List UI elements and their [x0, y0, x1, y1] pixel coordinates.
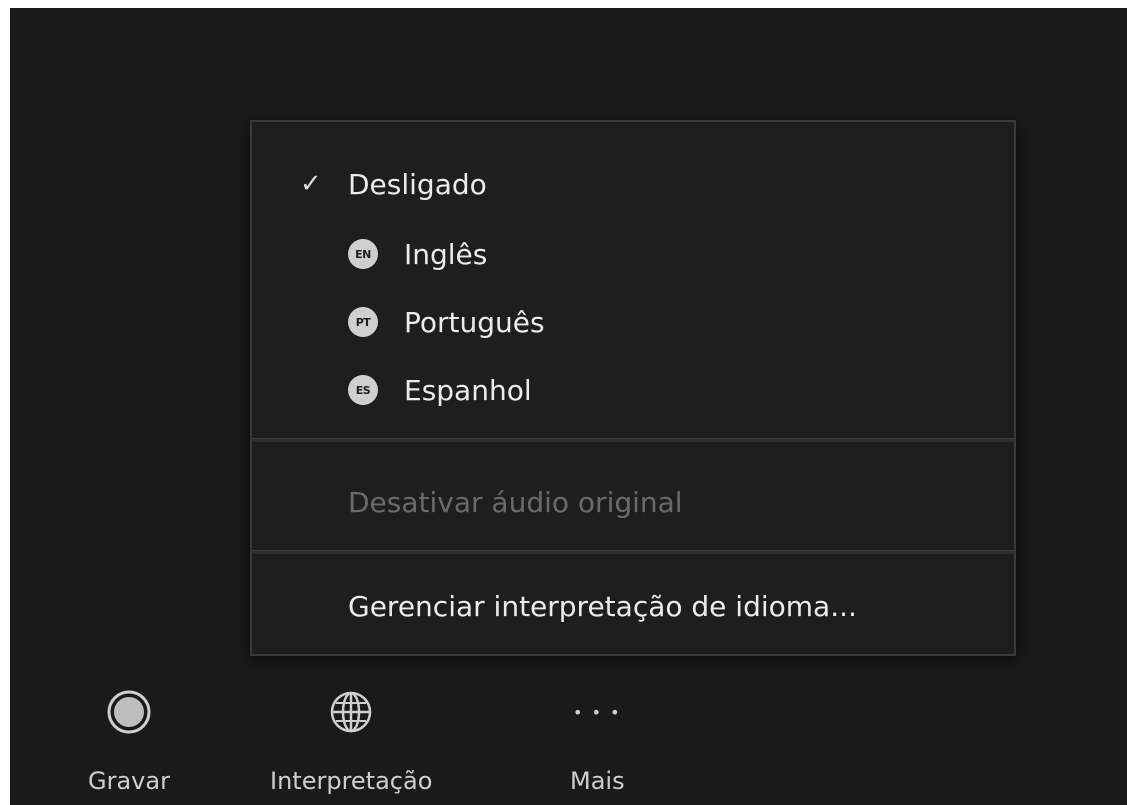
- menu-divider: [252, 438, 1014, 442]
- menu-item-label: Gerenciar interpretação de idioma...: [348, 589, 857, 623]
- menu-item-label: Inglês: [404, 237, 488, 271]
- language-badge-icon: PT: [348, 307, 378, 337]
- menu-item-spanish[interactable]: ES Espanhol: [252, 358, 1014, 422]
- language-badge-icon: EN: [348, 239, 378, 269]
- menu-item-label: Desativar áudio original: [348, 485, 683, 519]
- interpretation-button[interactable]: Interpretação: [270, 675, 432, 795]
- record-label: Gravar: [88, 767, 170, 795]
- globe-icon: [324, 685, 378, 739]
- menu-item-label: Espanhol: [404, 373, 532, 407]
- meeting-screen: ✓ Desligado EN Inglês PT Português ES Es…: [10, 8, 1127, 805]
- record-button[interactable]: Gravar: [88, 675, 170, 795]
- menu-item-off[interactable]: ✓ Desligado: [252, 152, 1014, 216]
- menu-item-manage-interpretation[interactable]: Gerenciar interpretação de idioma...: [252, 574, 1014, 638]
- record-icon: [102, 685, 156, 739]
- more-icon: • • •: [570, 685, 624, 739]
- interpretation-label: Interpretação: [270, 767, 433, 795]
- menu-item-disable-original-audio: Desativar áudio original: [252, 470, 1014, 534]
- language-badge-icon: ES: [348, 375, 378, 405]
- check-icon: ✓: [300, 169, 322, 199]
- more-label: Mais: [570, 767, 625, 795]
- menu-item-english[interactable]: EN Inglês: [252, 222, 1014, 286]
- menu-item-label: Desligado: [348, 167, 487, 201]
- interpretation-menu: ✓ Desligado EN Inglês PT Português ES Es…: [250, 120, 1016, 656]
- menu-divider: [252, 550, 1014, 554]
- meeting-toolbar: Gravar Interpretação • • • Mais: [10, 675, 1127, 805]
- more-dots: • • •: [573, 702, 622, 722]
- menu-item-label: Português: [404, 305, 545, 339]
- menu-item-portuguese[interactable]: PT Português: [252, 290, 1014, 354]
- more-button[interactable]: • • • Mais: [570, 675, 625, 796]
